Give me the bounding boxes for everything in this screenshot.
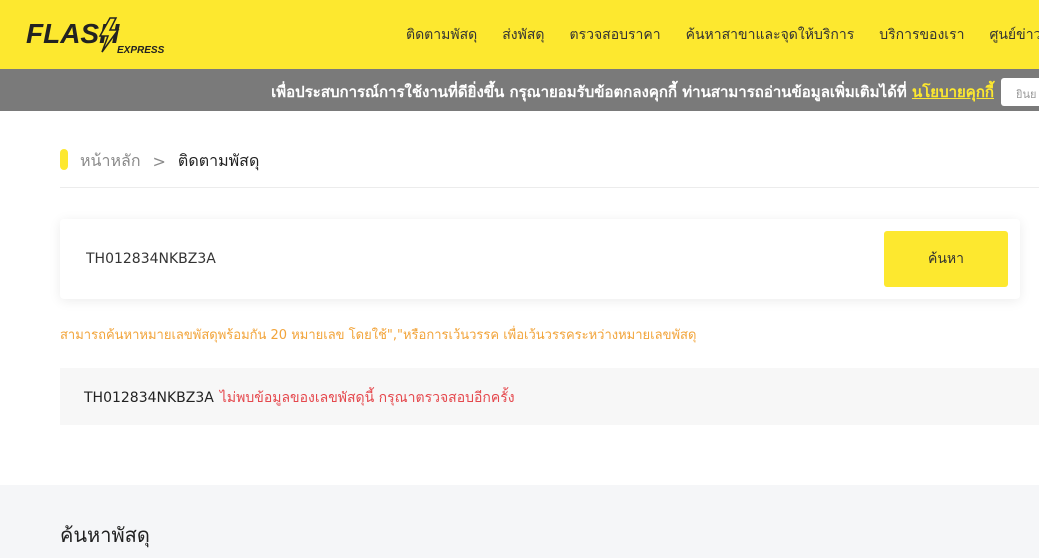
breadcrumb: หน้าหลัก > ติดตามพัสดุ (80, 149, 259, 174)
result-error-message: ไม่พบข้อมูลของเลขพัสดุนี้ กรุณาตรวจสอบอี… (219, 390, 515, 406)
cookie-text: เพื่อประสบการณ์การใช้งานที่ดียิ่งขึ้น กร… (271, 83, 907, 101)
breadcrumb-current: ติดตามพัสดุ (177, 151, 260, 170)
breadcrumb-separator: > (152, 152, 166, 171)
cookie-message: เพื่อประสบการณ์การใช้งานที่ดียิ่งขึ้น กร… (271, 80, 994, 104)
search-button[interactable]: ค้นหา (884, 231, 1008, 287)
search-hint: สามารถค้นหาหมายเลขพัสดุพร้อมกัน 20 หมายเ… (60, 328, 697, 343)
nav-item-track[interactable]: ติดตามพัสดุ (406, 24, 477, 46)
logo-subtext: EXPRESS (117, 45, 165, 56)
main-nav: ติดตามพัสดุ ส่งพัสดุ ตรวจสอบราคา ค้นหาสา… (406, 0, 1039, 69)
nav-item-send[interactable]: ส่งพัสดุ (502, 24, 544, 46)
nav-item-services[interactable]: บริการของเรา (879, 24, 964, 46)
nav-item-price[interactable]: ตรวจสอบราคา (569, 24, 660, 46)
cookie-policy-link[interactable]: นโยบายคุกกี้ (912, 83, 994, 101)
bottom-section-title: ค้นหาพัสดุ (60, 523, 150, 547)
cookie-accept-button[interactable]: ยินย (1001, 78, 1039, 106)
tracking-search-input[interactable] (74, 239, 854, 279)
nav-item-news[interactable]: ศูนย์ข่าวประช (989, 24, 1039, 46)
result-row: TH012834NKBZ3A ไม่พบข้อมูลของเลขพัสดุนี้ … (60, 368, 1039, 425)
result-content: TH012834NKBZ3A ไม่พบข้อมูลของเลขพัสดุนี้ … (84, 387, 515, 409)
nav-item-branches[interactable]: ค้นหาสาขาและจุดให้บริการ (686, 24, 855, 46)
top-header: FLASH EXPRESS ติดตามพัสดุ ส่งพัสดุ ตรวจส… (0, 0, 1039, 69)
divider (60, 187, 1039, 188)
breadcrumb-marker (60, 149, 68, 170)
search-card: ค้นหา (60, 219, 1020, 299)
breadcrumb-home[interactable]: หน้าหลัก (80, 149, 141, 174)
flash-express-logo[interactable]: FLASH EXPRESS (24, 14, 174, 56)
cookie-bar: เพื่อประสบการณ์การใช้งานที่ดียิ่งขึ้น กร… (0, 69, 1039, 111)
result-tracking-number: TH012834NKBZ3A (84, 390, 214, 406)
bottom-section: ค้นหาพัสดุ (0, 485, 1039, 558)
